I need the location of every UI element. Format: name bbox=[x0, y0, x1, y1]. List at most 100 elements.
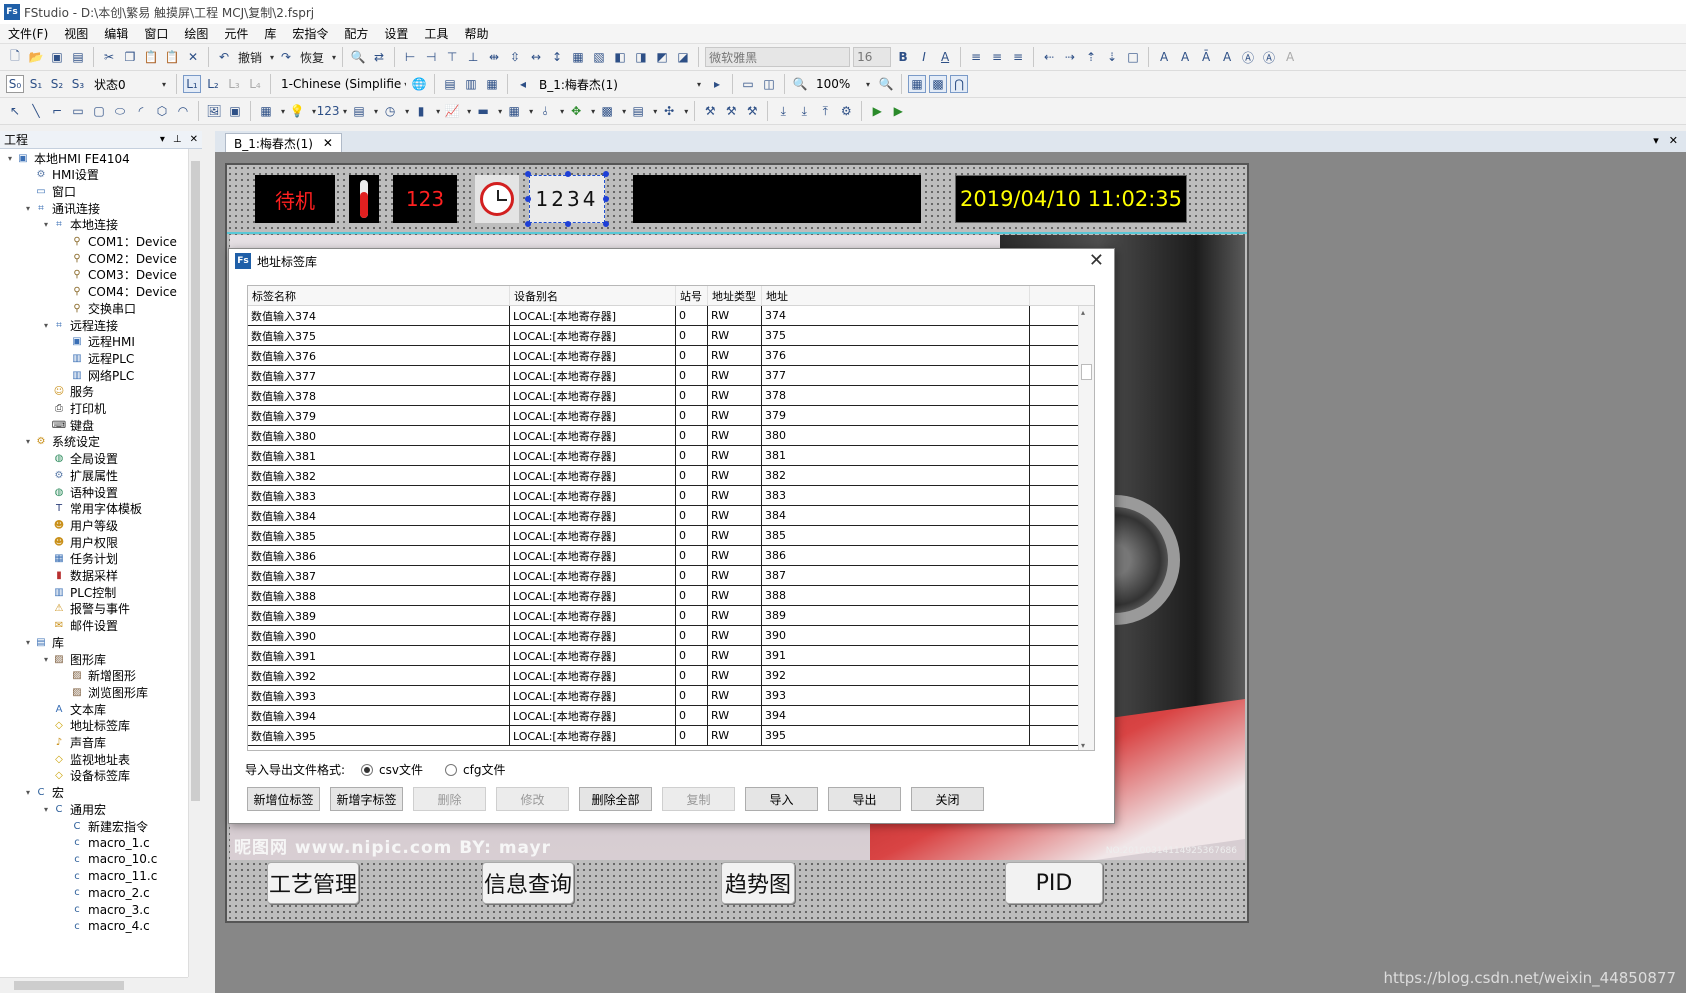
font-color-icon[interactable]: A bbox=[936, 48, 954, 66]
scroll-thumb[interactable] bbox=[1081, 364, 1092, 380]
status-display[interactable]: 待机 bbox=[255, 175, 335, 223]
chevron-down-icon[interactable]: ▾ bbox=[281, 107, 285, 116]
tree-item[interactable]: T 常用字体模板 bbox=[40, 500, 142, 518]
layer-l4-icon[interactable]: L₄ bbox=[246, 75, 264, 93]
tree-item[interactable]: ◇ 地址标签库 bbox=[40, 717, 130, 735]
new-screen-icon[interactable]: ▤ bbox=[441, 75, 459, 93]
tab-screen-b1[interactable]: B_1:梅春杰(1) ✕ bbox=[225, 133, 342, 152]
table-row[interactable]: 数值输入380 LOCAL:[本地寄存器] 0 RW 380 bbox=[248, 426, 1094, 446]
menu-item[interactable]: 文件(F) bbox=[0, 24, 56, 44]
tree-item[interactable]: ▾ ⌗ 本地连接 bbox=[40, 216, 118, 234]
tree-item[interactable]: ▭ 窗口 bbox=[22, 182, 76, 200]
redo-icon[interactable]: ↷ bbox=[277, 48, 295, 66]
font-size-select[interactable]: 16 bbox=[853, 47, 892, 67]
tree-item[interactable]: ▨ 浏览图形库 bbox=[58, 683, 148, 701]
state-s0-icon[interactable]: S₀ bbox=[6, 75, 24, 93]
tree-item[interactable]: ♪ 声音库 bbox=[40, 734, 106, 752]
text-effect-icon[interactable]: A bbox=[1281, 48, 1299, 66]
layer-up-icon[interactable]: ◩ bbox=[653, 48, 671, 66]
table-icon[interactable]: ▦ bbox=[505, 102, 523, 120]
prev-screen-icon[interactable]: ◂ bbox=[514, 75, 532, 93]
table-row[interactable]: 数值输入385 LOCAL:[本地寄存器] 0 RW 385 bbox=[248, 526, 1094, 546]
chevron-down-icon[interactable]: ▾ bbox=[560, 107, 564, 116]
language-select[interactable]: 1-Chinese (Simplifie▾ bbox=[277, 74, 407, 94]
table-row[interactable]: 数值输入382 LOCAL:[本地寄存器] 0 RW 382 bbox=[248, 466, 1094, 486]
alarm-display-icon[interactable]: ▩ bbox=[598, 102, 616, 120]
layer-down-icon[interactable]: ◪ bbox=[674, 48, 692, 66]
table-row[interactable]: 数值输入395 LOCAL:[本地寄存器] 0 RW 395 bbox=[248, 726, 1094, 746]
expand-toggle-icon[interactable]: ▾ bbox=[22, 638, 34, 647]
chevron-down-icon[interactable]: ▾ bbox=[622, 107, 626, 116]
table-row[interactable]: 数值输入388 LOCAL:[本地寄存器] 0 RW 388 bbox=[248, 586, 1094, 606]
expand-toggle-icon[interactable]: ▾ bbox=[22, 437, 34, 446]
window-view-icon[interactable]: ▭ bbox=[739, 75, 757, 93]
table-row[interactable]: 数值输入375 LOCAL:[本地寄存器] 0 RW 375 bbox=[248, 326, 1094, 346]
table-row[interactable]: 数值输入374 LOCAL:[本地寄存器] 0 RW 374 bbox=[248, 306, 1094, 326]
menu-item[interactable]: 库 bbox=[256, 24, 284, 44]
scroll-thumb[interactable] bbox=[14, 981, 124, 990]
delete-icon[interactable]: ✕ bbox=[184, 48, 202, 66]
table-row[interactable]: 数值输入387 LOCAL:[本地寄存器] 0 RW 387 bbox=[248, 566, 1094, 586]
open-folder-icon[interactable]: 📂 bbox=[27, 48, 45, 66]
group-icon[interactable]: ▦ bbox=[569, 48, 587, 66]
compile-all-icon[interactable]: ⚒ bbox=[722, 102, 740, 120]
check-icon[interactable]: ⚒ bbox=[743, 102, 761, 120]
align-top-edge-icon[interactable]: ⊤ bbox=[443, 48, 461, 66]
expand-toggle-icon[interactable]: ▾ bbox=[4, 154, 16, 163]
tree-item[interactable]: c macro_3.c bbox=[58, 901, 149, 919]
selection-handle[interactable] bbox=[525, 171, 531, 177]
polygon-tool-icon[interactable]: ⬡ bbox=[153, 102, 171, 120]
alarm-clock-icon[interactable] bbox=[475, 175, 519, 223]
move-left-icon[interactable]: ⇠ bbox=[1040, 48, 1058, 66]
selection-handle[interactable] bbox=[603, 196, 609, 202]
tab-close-icon[interactable]: ✕ bbox=[323, 136, 333, 150]
copy-button[interactable]: 复制 bbox=[662, 787, 735, 811]
save-all-icon[interactable]: ▤ bbox=[69, 48, 87, 66]
selection-handle[interactable] bbox=[525, 221, 531, 227]
add-word-tag-button[interactable]: 新增字标签 bbox=[330, 787, 403, 811]
chevron-down-icon[interactable]: ▾ bbox=[529, 107, 533, 116]
column-header[interactable]: 地址 bbox=[762, 286, 1030, 305]
menu-item[interactable]: 宏指令 bbox=[284, 24, 336, 44]
table-row[interactable]: 数值输入389 LOCAL:[本地寄存器] 0 RW 389 bbox=[248, 606, 1094, 626]
redo-dropdown-icon[interactable]: ▾ bbox=[332, 53, 336, 62]
cut-icon[interactable]: ✂ bbox=[100, 48, 118, 66]
tree-item[interactable]: ▾ C 通用宏 bbox=[40, 800, 106, 818]
close-icon[interactable]: ✕ bbox=[190, 134, 198, 145]
move-down-icon[interactable]: ⇣ bbox=[1103, 48, 1121, 66]
undo-icon[interactable]: ↶ bbox=[215, 48, 233, 66]
ungroup-icon[interactable]: ▧ bbox=[590, 48, 608, 66]
align-right-edge-icon[interactable]: ⊣ bbox=[422, 48, 440, 66]
state-s3-icon[interactable]: S₃ bbox=[69, 75, 87, 93]
thermometer-icon[interactable] bbox=[349, 175, 379, 223]
table-row[interactable]: 数值输入376 LOCAL:[本地寄存器] 0 RW 376 bbox=[248, 346, 1094, 366]
close-button[interactable]: 关闭 bbox=[911, 787, 984, 811]
expand-toggle-icon[interactable]: ▾ bbox=[40, 655, 52, 664]
menu-item[interactable]: 帮助 bbox=[456, 24, 496, 44]
select-pointer-icon[interactable]: ↖ bbox=[6, 102, 24, 120]
table-row[interactable]: 数值输入390 LOCAL:[本地寄存器] 0 RW 390 bbox=[248, 626, 1094, 646]
font-bigger-icon[interactable]: A bbox=[1155, 48, 1173, 66]
magnet-icon[interactable]: ⋂ bbox=[950, 75, 968, 93]
menu-item[interactable]: 配方 bbox=[336, 24, 376, 44]
tree-item[interactable]: C 新建宏指令 bbox=[58, 817, 149, 835]
chevron-down-icon[interactable]: ▾ bbox=[405, 107, 409, 116]
move-up-icon[interactable]: ⇡ bbox=[1082, 48, 1100, 66]
tree-item[interactable]: c macro_10.c bbox=[58, 850, 157, 868]
undo-button[interactable]: 撤销 bbox=[236, 49, 264, 66]
copy-icon[interactable]: ❐ bbox=[121, 48, 139, 66]
expand-toggle-icon[interactable]: ▾ bbox=[40, 321, 52, 330]
table-row[interactable]: 数值输入393 LOCAL:[本地寄存器] 0 RW 393 bbox=[248, 686, 1094, 706]
zoom-select[interactable]: 100% ▾ bbox=[812, 74, 874, 94]
offline-simulate-icon[interactable]: ▶ bbox=[868, 102, 886, 120]
layer-l3-icon[interactable]: L₃ bbox=[225, 75, 243, 93]
lamp-icon[interactable]: 💡 bbox=[288, 102, 306, 120]
download-icon[interactable]: ⤓ bbox=[774, 102, 792, 120]
chevron-down-icon[interactable]: ▾ bbox=[467, 107, 471, 116]
selection-handle[interactable] bbox=[565, 221, 571, 227]
tree-item[interactable]: ▾ ⚙ 系统设定 bbox=[22, 433, 100, 451]
tree-item[interactable]: ▾ ▨ 图形库 bbox=[40, 650, 106, 668]
csv-radio-label[interactable]: csv文件 bbox=[379, 761, 423, 778]
table-row[interactable]: 数值输入377 LOCAL:[本地寄存器] 0 RW 377 bbox=[248, 366, 1094, 386]
tree-item[interactable]: ◍ 语种设置 bbox=[40, 483, 118, 501]
